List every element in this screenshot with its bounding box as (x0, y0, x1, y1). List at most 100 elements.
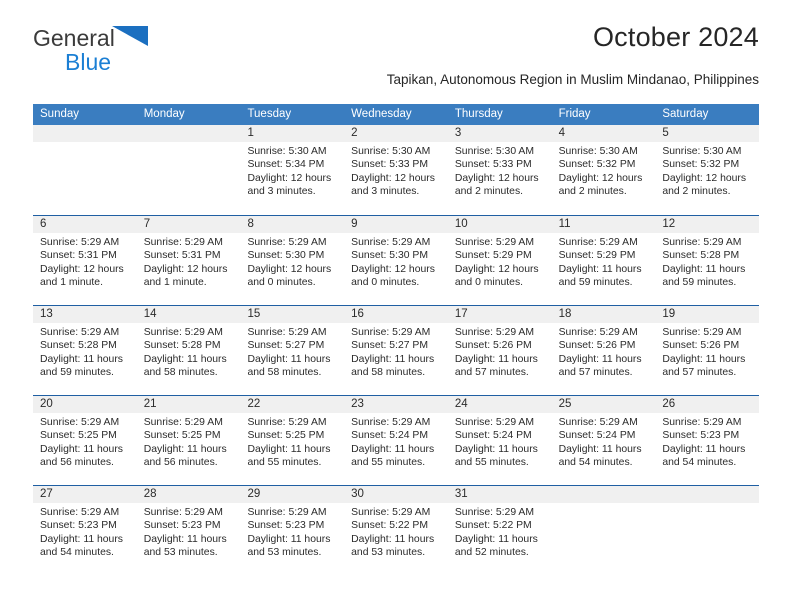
day-number: 22 (240, 396, 345, 413)
calendar-day-cell[interactable]: 8 Sunrise: 5:29 AM Sunset: 5:30 PM Daylight… (240, 216, 345, 305)
calendar-day-cell[interactable]: 24 Sunrise: 5:29 AM Sunset: 5:24 PM Dayligh… (447, 396, 552, 485)
sunset-time: Sunset: 5:30 PM (351, 250, 428, 262)
calendar-day-cell[interactable]: 3 Sunrise: 5:30 AM Sunset: 5:33 PM Daylight… (447, 125, 552, 215)
sunrise-time: Sunrise: 5:30 AM (454, 146, 535, 157)
calendar-day-cell[interactable]: 11 Sunrise: 5:29 AM Sunset: 5:29 PM Dayligh… (551, 216, 656, 305)
calendar-day-cell[interactable]: 27 Sunrise: 5:29 AM Sunset: 5:23 PM Dayligh… (33, 486, 137, 575)
day-number: 9 (344, 216, 448, 233)
sunset-time: Sunset: 5:31 PM (143, 250, 221, 262)
day-number: 13 (33, 306, 137, 323)
calendar-day-cell[interactable]: 31 Sunrise: 5:29 AM Sunset: 5:22 PM Dayligh… (447, 486, 552, 575)
day-number: 8 (240, 216, 345, 233)
sunrise-time: Sunrise: 5:29 AM (143, 237, 223, 248)
day-details: Sunrise: 5:29 AM Sunset: 5:22 PM Daylight:… (448, 503, 552, 560)
day-number (33, 125, 137, 142)
calendar-day-cell[interactable]: 9 Sunrise: 5:29 AM Sunset: 5:30 PM Daylight… (344, 216, 448, 305)
day-number: 18 (551, 306, 656, 323)
sunrise-time: Sunrise: 5:29 AM (351, 507, 431, 518)
day-number: 25 (551, 396, 656, 413)
day-details: Sunrise: 5:30 AM Sunset: 5:34 PM Daylight:… (240, 142, 344, 199)
calendar-day-cell[interactable]: 6 Sunrise: 5:29 AM Sunset: 5:31 PM Daylight… (33, 216, 137, 305)
calendar-day-cell[interactable]: 10 Sunrise: 5:29 AM Sunset: 5:29 PM Dayligh… (447, 216, 552, 305)
calendar-day-cell[interactable]: 29 Sunrise: 5:29 AM Sunset: 5:23 PM Dayligh… (240, 486, 345, 575)
daylight-duration-line1: Daylight: 12 hours (247, 172, 332, 184)
sunset-time: Sunset: 5:32 PM (662, 159, 740, 171)
sunrise-time: Sunrise: 5:29 AM (454, 327, 535, 338)
day-details: Sunrise: 5:29 AM Sunset: 5:31 PM Daylight:… (33, 233, 137, 290)
daylight-duration-line1: Daylight: 12 hours (454, 172, 539, 184)
weekday-header-thursday: Thursday (454, 108, 503, 120)
calendar-day-cell[interactable]: 1 Sunrise: 5:30 AM Sunset: 5:34 PM Daylight… (240, 125, 345, 215)
calendar-day-cell[interactable]: 16 Sunrise: 5:29 AM Sunset: 5:27 PM Dayligh… (344, 306, 448, 395)
sunrise-time: Sunrise: 5:29 AM (351, 237, 431, 248)
daylight-duration-line2: and 56 minutes. (143, 457, 218, 469)
daylight-duration-line2: and 3 minutes. (351, 186, 420, 198)
daylight-duration-line1: Daylight: 11 hours (143, 443, 227, 455)
sunset-time: Sunset: 5:28 PM (662, 250, 740, 262)
sunset-time: Sunset: 5:23 PM (40, 520, 117, 532)
daylight-duration-line2: and 55 minutes. (247, 457, 322, 469)
day-number: 30 (344, 486, 448, 503)
day-details: Sunrise: 5:30 AM Sunset: 5:33 PM Daylight:… (344, 142, 448, 199)
calendar-day-cell[interactable]: 18 Sunrise: 5:29 AM Sunset: 5:26 PM Dayligh… (551, 306, 656, 395)
daylight-duration-line2: and 53 minutes. (351, 547, 426, 559)
weekday-header-wednesday: Wednesday (351, 108, 412, 120)
day-number: 10 (447, 216, 552, 233)
calendar-day-cell[interactable]: 17 Sunrise: 5:29 AM Sunset: 5:26 PM Dayligh… (447, 306, 552, 395)
calendar-day-cell[interactable]: 14 Sunrise: 5:29 AM Sunset: 5:28 PM Dayligh… (136, 306, 241, 395)
day-details: Sunrise: 5:29 AM Sunset: 5:25 PM Daylight:… (240, 413, 344, 470)
sunrise-time: Sunrise: 5:29 AM (662, 237, 742, 248)
day-number: 6 (33, 216, 137, 233)
calendar-day-cell[interactable]: 12 Sunrise: 5:29 AM Sunset: 5:28 PM Dayligh… (655, 216, 760, 305)
daylight-duration-line1: Daylight: 11 hours (454, 533, 538, 545)
day-details: Sunrise: 5:29 AM Sunset: 5:28 PM Daylight:… (655, 233, 759, 290)
daylight-duration-line2: and 59 minutes. (40, 367, 114, 379)
calendar-day-cell[interactable]: 20 Sunrise: 5:29 AM Sunset: 5:25 PM Dayligh… (33, 396, 137, 485)
daylight-duration-line2: and 2 minutes. (454, 186, 524, 198)
calendar-day-cell[interactable]: 7 Sunrise: 5:29 AM Sunset: 5:31 PM Daylight… (136, 216, 241, 305)
calendar-day-cell[interactable]: 30 Sunrise: 5:29 AM Sunset: 5:22 PM Dayligh… (344, 486, 448, 575)
calendar-week-row: 1 Sunrise: 5:30 AM Sunset: 5:34 PM Daylight… (33, 125, 760, 215)
day-details: Sunrise: 5:29 AM Sunset: 5:26 PM Daylight:… (552, 323, 656, 380)
sunrise-time: Sunrise: 5:29 AM (558, 327, 638, 338)
sunrise-time: Sunrise: 5:29 AM (351, 417, 431, 428)
calendar-day-cell[interactable]: 28 Sunrise: 5:29 AM Sunset: 5:23 PM Dayligh… (136, 486, 241, 575)
daylight-duration-line1: Daylight: 11 hours (351, 443, 435, 455)
weekday-header-tuesday: Tuesday (247, 108, 292, 120)
sunrise-time: Sunrise: 5:29 AM (351, 327, 431, 338)
sunset-time: Sunset: 5:31 PM (40, 250, 117, 262)
day-number: 27 (33, 486, 137, 503)
calendar-day-cell[interactable]: 21 Sunrise: 5:29 AM Sunset: 5:25 PM Dayligh… (136, 396, 241, 485)
daylight-duration-line2: and 58 minutes. (351, 367, 426, 379)
day-number: 21 (136, 396, 241, 413)
daylight-duration-line1: Daylight: 12 hours (247, 263, 332, 275)
sunrise-time: Sunrise: 5:29 AM (40, 507, 120, 518)
daylight-duration-line1: Daylight: 11 hours (40, 533, 123, 545)
daylight-duration-line2: and 53 minutes. (247, 547, 322, 559)
sunrise-time: Sunrise: 5:29 AM (662, 417, 742, 428)
sunrise-time: Sunrise: 5:29 AM (662, 327, 742, 338)
daylight-duration-line2: and 55 minutes. (454, 457, 529, 469)
calendar-day-cell[interactable]: 5 Sunrise: 5:30 AM Sunset: 5:32 PM Daylight… (655, 125, 760, 215)
day-number: 15 (240, 306, 345, 323)
calendar-day-cell[interactable]: 22 Sunrise: 5:29 AM Sunset: 5:25 PM Dayligh… (240, 396, 345, 485)
daylight-duration-line2: and 53 minutes. (143, 547, 218, 559)
calendar-day-cell[interactable]: 23 Sunrise: 5:29 AM Sunset: 5:24 PM Dayligh… (344, 396, 448, 485)
generalblue-logo[interactable]: General Blue (33, 24, 263, 76)
sunset-time: Sunset: 5:26 PM (558, 340, 636, 352)
sunset-time: Sunset: 5:25 PM (247, 430, 325, 442)
calendar-day-cell[interactable]: 26 Sunrise: 5:29 AM Sunset: 5:23 PM Dayligh… (655, 396, 760, 485)
daylight-duration-line1: Daylight: 12 hours (558, 172, 643, 184)
calendar-day-cell[interactable]: 15 Sunrise: 5:29 AM Sunset: 5:27 PM Dayligh… (240, 306, 345, 395)
calendar-day-cell[interactable]: 19 Sunrise: 5:29 AM Sunset: 5:26 PM Dayligh… (655, 306, 760, 395)
sunrise-time: Sunrise: 5:29 AM (454, 507, 535, 518)
sunrise-time: Sunrise: 5:29 AM (558, 417, 638, 428)
calendar-day-cell[interactable]: 13 Sunrise: 5:29 AM Sunset: 5:28 PM Dayligh… (33, 306, 137, 395)
daylight-duration-line2: and 59 minutes. (662, 277, 737, 289)
logo-text-blue: Blue (65, 49, 112, 75)
calendar-day-cell[interactable]: 4 Sunrise: 5:30 AM Sunset: 5:32 PM Daylight… (551, 125, 656, 215)
calendar-day-cell[interactable]: 25 Sunrise: 5:29 AM Sunset: 5:24 PM Dayligh… (551, 396, 656, 485)
location-subtitle: Tapikan, Autonomous Region in Muslim Min… (386, 72, 759, 87)
sunset-time: Sunset: 5:33 PM (454, 159, 532, 171)
calendar-day-cell[interactable]: 2 Sunrise: 5:30 AM Sunset: 5:33 PM Daylight… (344, 125, 448, 215)
